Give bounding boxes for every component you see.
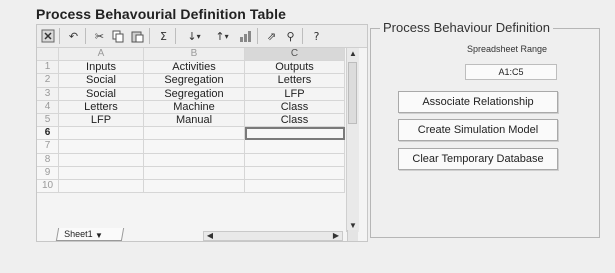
process-behaviour-panel: Process Behaviour Definition Spreadsheet… (370, 20, 600, 238)
undo-icon[interactable]: ↶ (65, 27, 82, 45)
table-row: 2 Social Segregation Letters (37, 74, 345, 88)
panel-legend: Process Behaviour Definition (380, 20, 553, 35)
excel-icon[interactable] (39, 27, 56, 45)
sheet-bottom-bar: Sheet1 ▼ ◀ ▶ (37, 228, 367, 241)
paste-icon[interactable] (129, 27, 146, 45)
grid-cell[interactable]: Machine (144, 100, 245, 114)
grid-cell[interactable] (59, 179, 144, 194)
grid-cell[interactable]: Segregation (144, 74, 245, 88)
grid-cell[interactable]: Letters (245, 74, 345, 88)
resize-handle-icon[interactable] (347, 230, 358, 241)
table-row: 6 (37, 127, 345, 141)
vertical-scrollbar[interactable]: ▲ ▼ (346, 48, 359, 232)
corner-cell[interactable] (37, 48, 59, 62)
page-title: Process Behavourial Definition Table (36, 6, 286, 22)
grid-cell[interactable]: Outputs (245, 61, 345, 75)
row-header[interactable]: 1 (37, 61, 59, 75)
sort-ascending-icon[interactable]: ↓ ▾ (181, 27, 207, 45)
grid-cell[interactable] (144, 179, 245, 194)
range-label: Spreadsheet Range (467, 44, 548, 54)
table-row: 4 Letters Machine Class (37, 100, 345, 114)
row-header[interactable]: 7 (37, 140, 59, 154)
grid-cell[interactable]: Activities (144, 61, 245, 75)
grid-cell[interactable] (59, 140, 144, 154)
table-row: 1 Inputs Activities Outputs (37, 61, 345, 75)
row-header[interactable]: 8 (37, 153, 59, 167)
chevron-down-icon[interactable]: ▼ (95, 230, 103, 241)
grid-cell[interactable]: Inputs (59, 61, 144, 75)
grid-cell[interactable] (245, 166, 345, 180)
row-header[interactable]: 2 (37, 74, 59, 88)
row-header[interactable]: 5 (37, 113, 59, 128)
table-row: 7 (37, 140, 345, 154)
export-icon[interactable]: ⇗ (263, 27, 280, 45)
scroll-right-icon[interactable]: ▶ (331, 231, 341, 241)
column-header-b[interactable]: B (144, 48, 245, 62)
row-header[interactable]: 9 (37, 166, 59, 180)
scroll-left-icon[interactable]: ◀ (205, 231, 215, 241)
associate-relationship-button[interactable]: Associate Relationship (398, 91, 558, 113)
row-header[interactable]: 6 (37, 127, 59, 141)
clear-temporary-database-button[interactable]: Clear Temporary Database (398, 148, 558, 170)
table-row: 9 (37, 166, 345, 180)
grid-cell[interactable]: LFP (59, 113, 144, 128)
toolbar-separator (175, 28, 176, 44)
cut-icon[interactable]: ✂ (91, 27, 108, 45)
sheet-tab-label: Sheet1 (64, 229, 93, 239)
toolbar-separator (85, 28, 86, 44)
row-header[interactable]: 4 (37, 100, 59, 114)
grid-cell[interactable] (245, 153, 345, 167)
toolbar-separator (59, 28, 60, 44)
toolbar-separator (149, 28, 150, 44)
table-row: 10 (37, 179, 345, 194)
column-header-c[interactable]: C (245, 48, 345, 62)
table-row: 3 Social Segregation LFP (37, 87, 345, 101)
grid-cell[interactable]: Class (245, 100, 345, 114)
spreadsheet-component[interactable]: ↶ ✂ Σ ↓ ▾ ↑ ▾ ⇗ ⚲ ? A B C 1 Inputs Activ… (36, 24, 368, 242)
chart-wizard-icon[interactable] (237, 27, 254, 45)
grid-cell[interactable]: Letters (59, 100, 144, 114)
help-icon[interactable]: ? (308, 27, 325, 45)
sort-descending-icon[interactable]: ↑ ▾ (209, 27, 235, 45)
range-input[interactable]: A1:C5 (465, 64, 557, 80)
row-header[interactable]: 3 (37, 87, 59, 101)
toolbar-separator (302, 28, 303, 44)
grid-cell[interactable] (59, 166, 144, 180)
grid-cell[interactable] (144, 140, 245, 154)
table-row: 8 (37, 153, 345, 167)
column-header-a[interactable]: A (59, 48, 144, 62)
scroll-up-icon[interactable]: ▲ (348, 49, 358, 59)
spreadsheet-grid[interactable]: A B C 1 Inputs Activities Outputs 2 Soci… (37, 48, 345, 194)
filter-icon[interactable]: ⚲ (282, 27, 299, 45)
selected-cell[interactable] (245, 127, 345, 141)
table-row: 5 LFP Manual Class (37, 113, 345, 128)
grid-cell[interactable] (59, 153, 144, 167)
grid-cell[interactable] (144, 166, 245, 180)
grid-cell[interactable]: Segregation (144, 87, 245, 101)
grid-cell[interactable] (245, 140, 345, 154)
scroll-thumb[interactable] (348, 62, 357, 124)
grid-cell[interactable]: Social (59, 74, 144, 88)
grid-cell[interactable] (144, 127, 245, 141)
row-header[interactable]: 10 (37, 179, 59, 194)
grid-cell[interactable] (245, 179, 345, 194)
grid-cell[interactable]: Class (245, 113, 345, 128)
create-simulation-model-button[interactable]: Create Simulation Model (398, 119, 558, 141)
spreadsheet-toolbar: ↶ ✂ Σ ↓ ▾ ↑ ▾ ⇗ ⚲ ? (37, 25, 367, 48)
copy-icon[interactable] (110, 27, 127, 45)
grid-cell[interactable]: Social (59, 87, 144, 101)
autosum-icon[interactable]: Σ (155, 27, 172, 45)
grid-cell[interactable]: LFP (245, 87, 345, 101)
column-header-row: A B C (37, 48, 345, 62)
horizontal-scrollbar[interactable]: ◀ ▶ (203, 231, 343, 241)
grid-cell[interactable] (59, 127, 144, 141)
toolbar-separator (257, 28, 258, 44)
grid-cell[interactable]: Manual (144, 113, 245, 128)
grid-cell[interactable] (144, 153, 245, 167)
sheet-tab[interactable]: Sheet1 (55, 228, 125, 241)
